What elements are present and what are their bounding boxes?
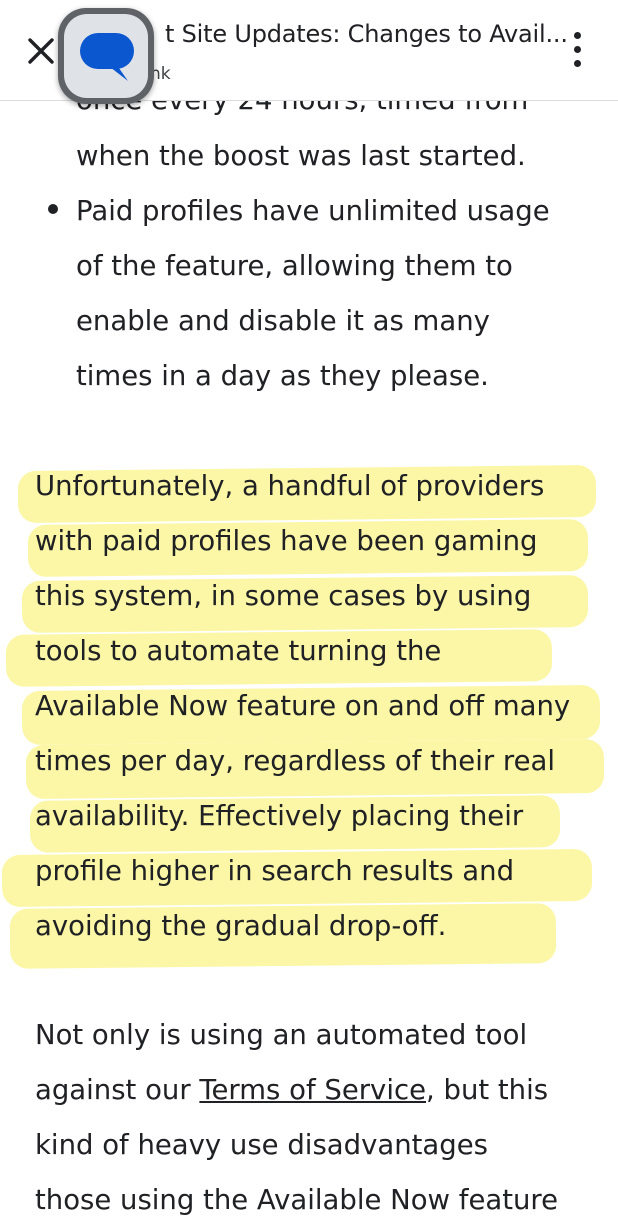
highlighted-line: tools to automate turning the — [35, 635, 442, 667]
close-icon — [28, 38, 54, 64]
page-title: t Site Updates: Changes to Avail... — [165, 20, 568, 48]
close-button[interactable] — [20, 30, 62, 72]
messages-chat-bubble[interactable] — [58, 8, 154, 104]
highlighted-line: Available Now feature on and off many — [35, 690, 571, 722]
paragraph-line: kind of heavy use disadvantages — [35, 1129, 488, 1161]
bullet2-line: enable and disable it as many — [76, 305, 490, 337]
paragraph-line: Not only is using an automated tool — [35, 1019, 528, 1051]
highlighted-line: availability. Effectively placing their — [35, 800, 524, 832]
paragraph-line-with-link: against our Terms of Service, but this — [35, 1074, 548, 1106]
paragraph-line-partial: those using the Available Now feature — [35, 1184, 559, 1216]
highlighted-line: Unfortunately, a handful of providers — [35, 470, 545, 502]
bullet2-line: Paid profiles have unlimited usage — [76, 195, 550, 227]
highlighted-line: avoiding the gradual drop-off. — [35, 910, 447, 942]
more-vert-icon — [574, 32, 581, 39]
messages-icon — [80, 33, 134, 81]
highlighted-line: with paid profiles have been gaming — [35, 525, 538, 557]
highlighted-line: times per day, regardless of their real — [35, 745, 556, 777]
bullet1-text-tail: when the boost was last started. — [76, 140, 526, 172]
highlighted-line: profile higher in search results and — [35, 855, 515, 887]
paragraph-text: , but this — [426, 1074, 549, 1106]
paragraph-text: against our — [35, 1074, 200, 1106]
more-options-button[interactable] — [565, 30, 591, 70]
bullet2-line: times in a day as they please. — [76, 360, 489, 392]
terms-of-service-link[interactable]: Terms of Service — [199, 1074, 426, 1106]
bullet2-line: of the feature, allowing them to — [76, 250, 513, 282]
bullet-point — [48, 204, 58, 214]
highlighted-line: this system, in some cases by using — [35, 580, 532, 612]
article-content: once every 24 hours, timed from when the… — [0, 0, 618, 1216]
